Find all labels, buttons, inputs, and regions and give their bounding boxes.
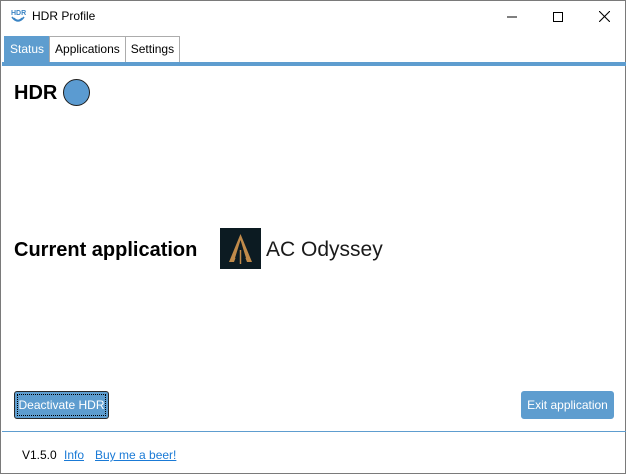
buy-me-a-beer-link[interactable]: Buy me a beer!	[95, 448, 176, 462]
app-window: HDR HDR Profile Status Applications Sett…	[0, 0, 626, 474]
hdr-label: HDR	[14, 82, 58, 104]
window-title: HDR Profile	[32, 9, 96, 23]
maximize-button[interactable]	[535, 1, 581, 32]
minimize-button[interactable]	[489, 1, 535, 32]
tab-divider	[2, 62, 626, 66]
deactivate-hdr-button[interactable]: Deactivate HDR	[14, 391, 109, 419]
tab-status[interactable]: Status	[4, 36, 51, 63]
exit-application-button[interactable]: Exit application	[521, 391, 614, 419]
current-application-label: Current application	[14, 239, 198, 261]
svg-text:HDR: HDR	[11, 10, 26, 17]
current-application-name: AC Odyssey	[266, 238, 383, 261]
minimize-icon	[507, 16, 517, 17]
tab-settings[interactable]: Settings	[124, 36, 181, 62]
close-icon	[598, 11, 610, 22]
ac-odyssey-icon	[220, 228, 261, 269]
version-label: V1.5.0	[22, 448, 57, 462]
title-bar[interactable]: HDR HDR Profile	[1, 1, 625, 32]
footer-divider	[2, 431, 626, 432]
hdr-status-indicator	[63, 79, 90, 106]
hdr-logo-icon: HDR	[11, 10, 26, 22]
close-button[interactable]	[581, 1, 626, 32]
maximize-icon	[553, 11, 563, 22]
info-link[interactable]: Info	[64, 448, 84, 462]
tab-strip: Status Applications Settings	[4, 36, 181, 63]
tab-applications[interactable]: Applications	[49, 36, 126, 62]
